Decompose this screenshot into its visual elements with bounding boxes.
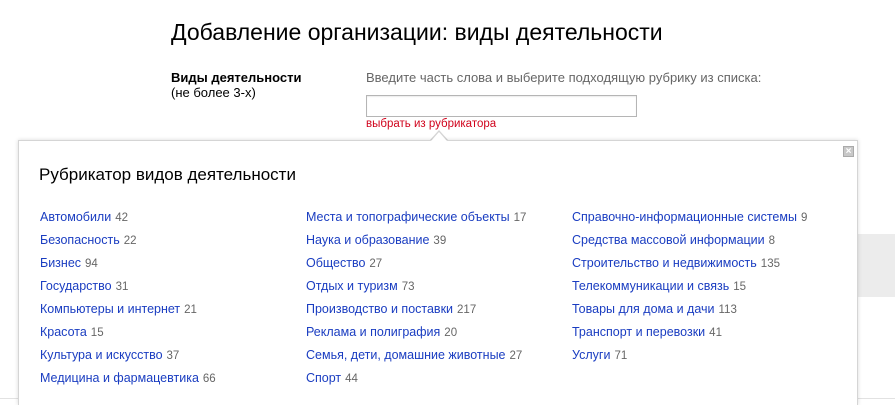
catalog-category-item: Бизнес 94 <box>40 254 216 277</box>
search-instructions: Введите часть слова и выберите подходящу… <box>366 70 762 85</box>
category-count: 66 <box>202 373 216 385</box>
category-count: 27 <box>509 350 523 362</box>
category-link[interactable]: Компьютеры и интернет <box>40 302 180 316</box>
category-link[interactable]: Красота <box>40 325 87 339</box>
category-count: 39 <box>433 235 447 247</box>
catalog-category-item: Компьютеры и интернет 21 <box>40 300 216 323</box>
category-link[interactable]: Телекоммуникации и связь <box>572 279 729 293</box>
category-link[interactable]: Строительство и недвижимость <box>572 256 757 270</box>
category-link[interactable]: Производство и поставки <box>306 302 453 316</box>
activity-label: Виды деятельности <box>171 70 302 85</box>
catalog-category-item: Спорт 44 <box>306 369 526 392</box>
category-link[interactable]: Бизнес <box>40 256 81 270</box>
category-link[interactable]: Реклама и полиграфия <box>306 325 440 339</box>
category-link[interactable]: Государство <box>40 279 112 293</box>
category-count: 15 <box>733 281 747 293</box>
catalog-category-item: Средства массовой информации 8 <box>572 231 807 254</box>
category-count: 8 <box>768 235 776 247</box>
category-link[interactable]: Услуги <box>572 348 610 362</box>
category-count: 21 <box>184 304 197 316</box>
category-count: 27 <box>369 258 383 270</box>
catalog-category-item: Государство 31 <box>40 277 216 300</box>
category-count: 31 <box>115 281 129 293</box>
catalog-category-item: Красота 15 <box>40 323 216 346</box>
field-label: Виды деятельности (не более 3-х) <box>171 70 301 100</box>
category-count: 41 <box>709 327 722 339</box>
category-link[interactable]: Товары для дома и дачи <box>572 302 715 316</box>
category-link[interactable]: Спорт <box>306 371 341 385</box>
category-link[interactable]: Места и топографические объекты <box>306 210 510 224</box>
catalog-category-item: Справочно-информационные системы 9 <box>572 208 807 231</box>
catalog-category-item: Реклама и полиграфия 20 <box>306 323 526 346</box>
catalog-category-item: Товары для дома и дачи 113 <box>572 300 807 323</box>
catalog-category-item: Медицина и фармацевтика 66 <box>40 369 216 392</box>
activity-search-input[interactable] <box>366 95 637 117</box>
category-count: 217 <box>457 304 477 316</box>
category-link[interactable]: Средства массовой информации <box>572 233 765 247</box>
category-link[interactable]: Наука и образование <box>306 233 429 247</box>
catalog-column-1: Автомобили 42 Безопасность 22 Бизнес 94 Госуда… <box>40 208 216 392</box>
category-count: 42 <box>115 212 129 224</box>
catalog-category-item: Отдых и туризм 73 <box>306 277 526 300</box>
choose-from-catalog-link[interactable]: выбрать из рубрикатора <box>366 118 496 130</box>
category-link[interactable]: Автомобили <box>40 210 111 224</box>
category-count: 15 <box>90 327 104 339</box>
category-count: 37 <box>166 350 180 362</box>
category-count: 71 <box>614 350 628 362</box>
catalog-category-item: Автомобили 42 <box>40 208 216 231</box>
catalog-category-item: Культура и искусство 37 <box>40 346 216 369</box>
catalog-category-item: Транспорт и перевозки 41 <box>572 323 807 346</box>
category-count: 73 <box>401 281 415 293</box>
catalog-category-item: Общество 27 <box>306 254 526 277</box>
category-count: 20 <box>444 327 458 339</box>
popup-pointer <box>431 132 447 141</box>
activity-limit-hint: (не более 3-х) <box>171 85 256 100</box>
category-link[interactable]: Общество <box>306 256 365 270</box>
category-count: 17 <box>513 212 527 224</box>
close-icon[interactable]: × <box>843 146 854 157</box>
catalog-category-item: Производство и поставки 217 <box>306 300 526 323</box>
catalog-category-item: Строительство и недвижимость 135 <box>572 254 807 277</box>
category-count: 135 <box>760 258 780 270</box>
category-link[interactable]: Безопасность <box>40 233 120 247</box>
catalog-category-item: Телекоммуникации и связь 15 <box>572 277 807 300</box>
catalog-category-item: Наука и образование 39 <box>306 231 526 254</box>
catalog-category-item: Семья, дети, домашние животные 27 <box>306 346 526 369</box>
category-link[interactable]: Транспорт и перевозки <box>572 325 705 339</box>
background-panel <box>858 234 895 297</box>
category-count: 44 <box>345 373 358 385</box>
popup-title: Рубрикатор видов деятельности <box>39 165 296 184</box>
category-link[interactable]: Справочно-информационные системы <box>572 210 797 224</box>
catalog-column-3: Справочно-информационные системы 9 Средств… <box>572 208 807 369</box>
catalog-category-item: Услуги 71 <box>572 346 807 369</box>
activity-catalog-popup: × Рубрикатор видов деятельности Автомоби… <box>18 140 858 405</box>
catalog-category-item: Безопасность 22 <box>40 231 216 254</box>
category-link[interactable]: Семья, дети, домашние животные <box>306 348 506 362</box>
category-count: 94 <box>85 258 98 270</box>
category-link[interactable]: Культура и искусство <box>40 348 163 362</box>
catalog-column-2: Места и топографические объекты 17 Наука и… <box>306 208 526 392</box>
category-count: 9 <box>800 212 808 224</box>
catalog-category-item: Места и топографические объекты 17 <box>306 208 526 231</box>
category-count: 113 <box>718 304 737 316</box>
category-count: 22 <box>123 235 137 247</box>
category-link[interactable]: Медицина и фармацевтика <box>40 371 199 385</box>
category-link[interactable]: Отдых и туризм <box>306 279 398 293</box>
page-title: Добавление организации: виды деятельност… <box>171 19 663 46</box>
